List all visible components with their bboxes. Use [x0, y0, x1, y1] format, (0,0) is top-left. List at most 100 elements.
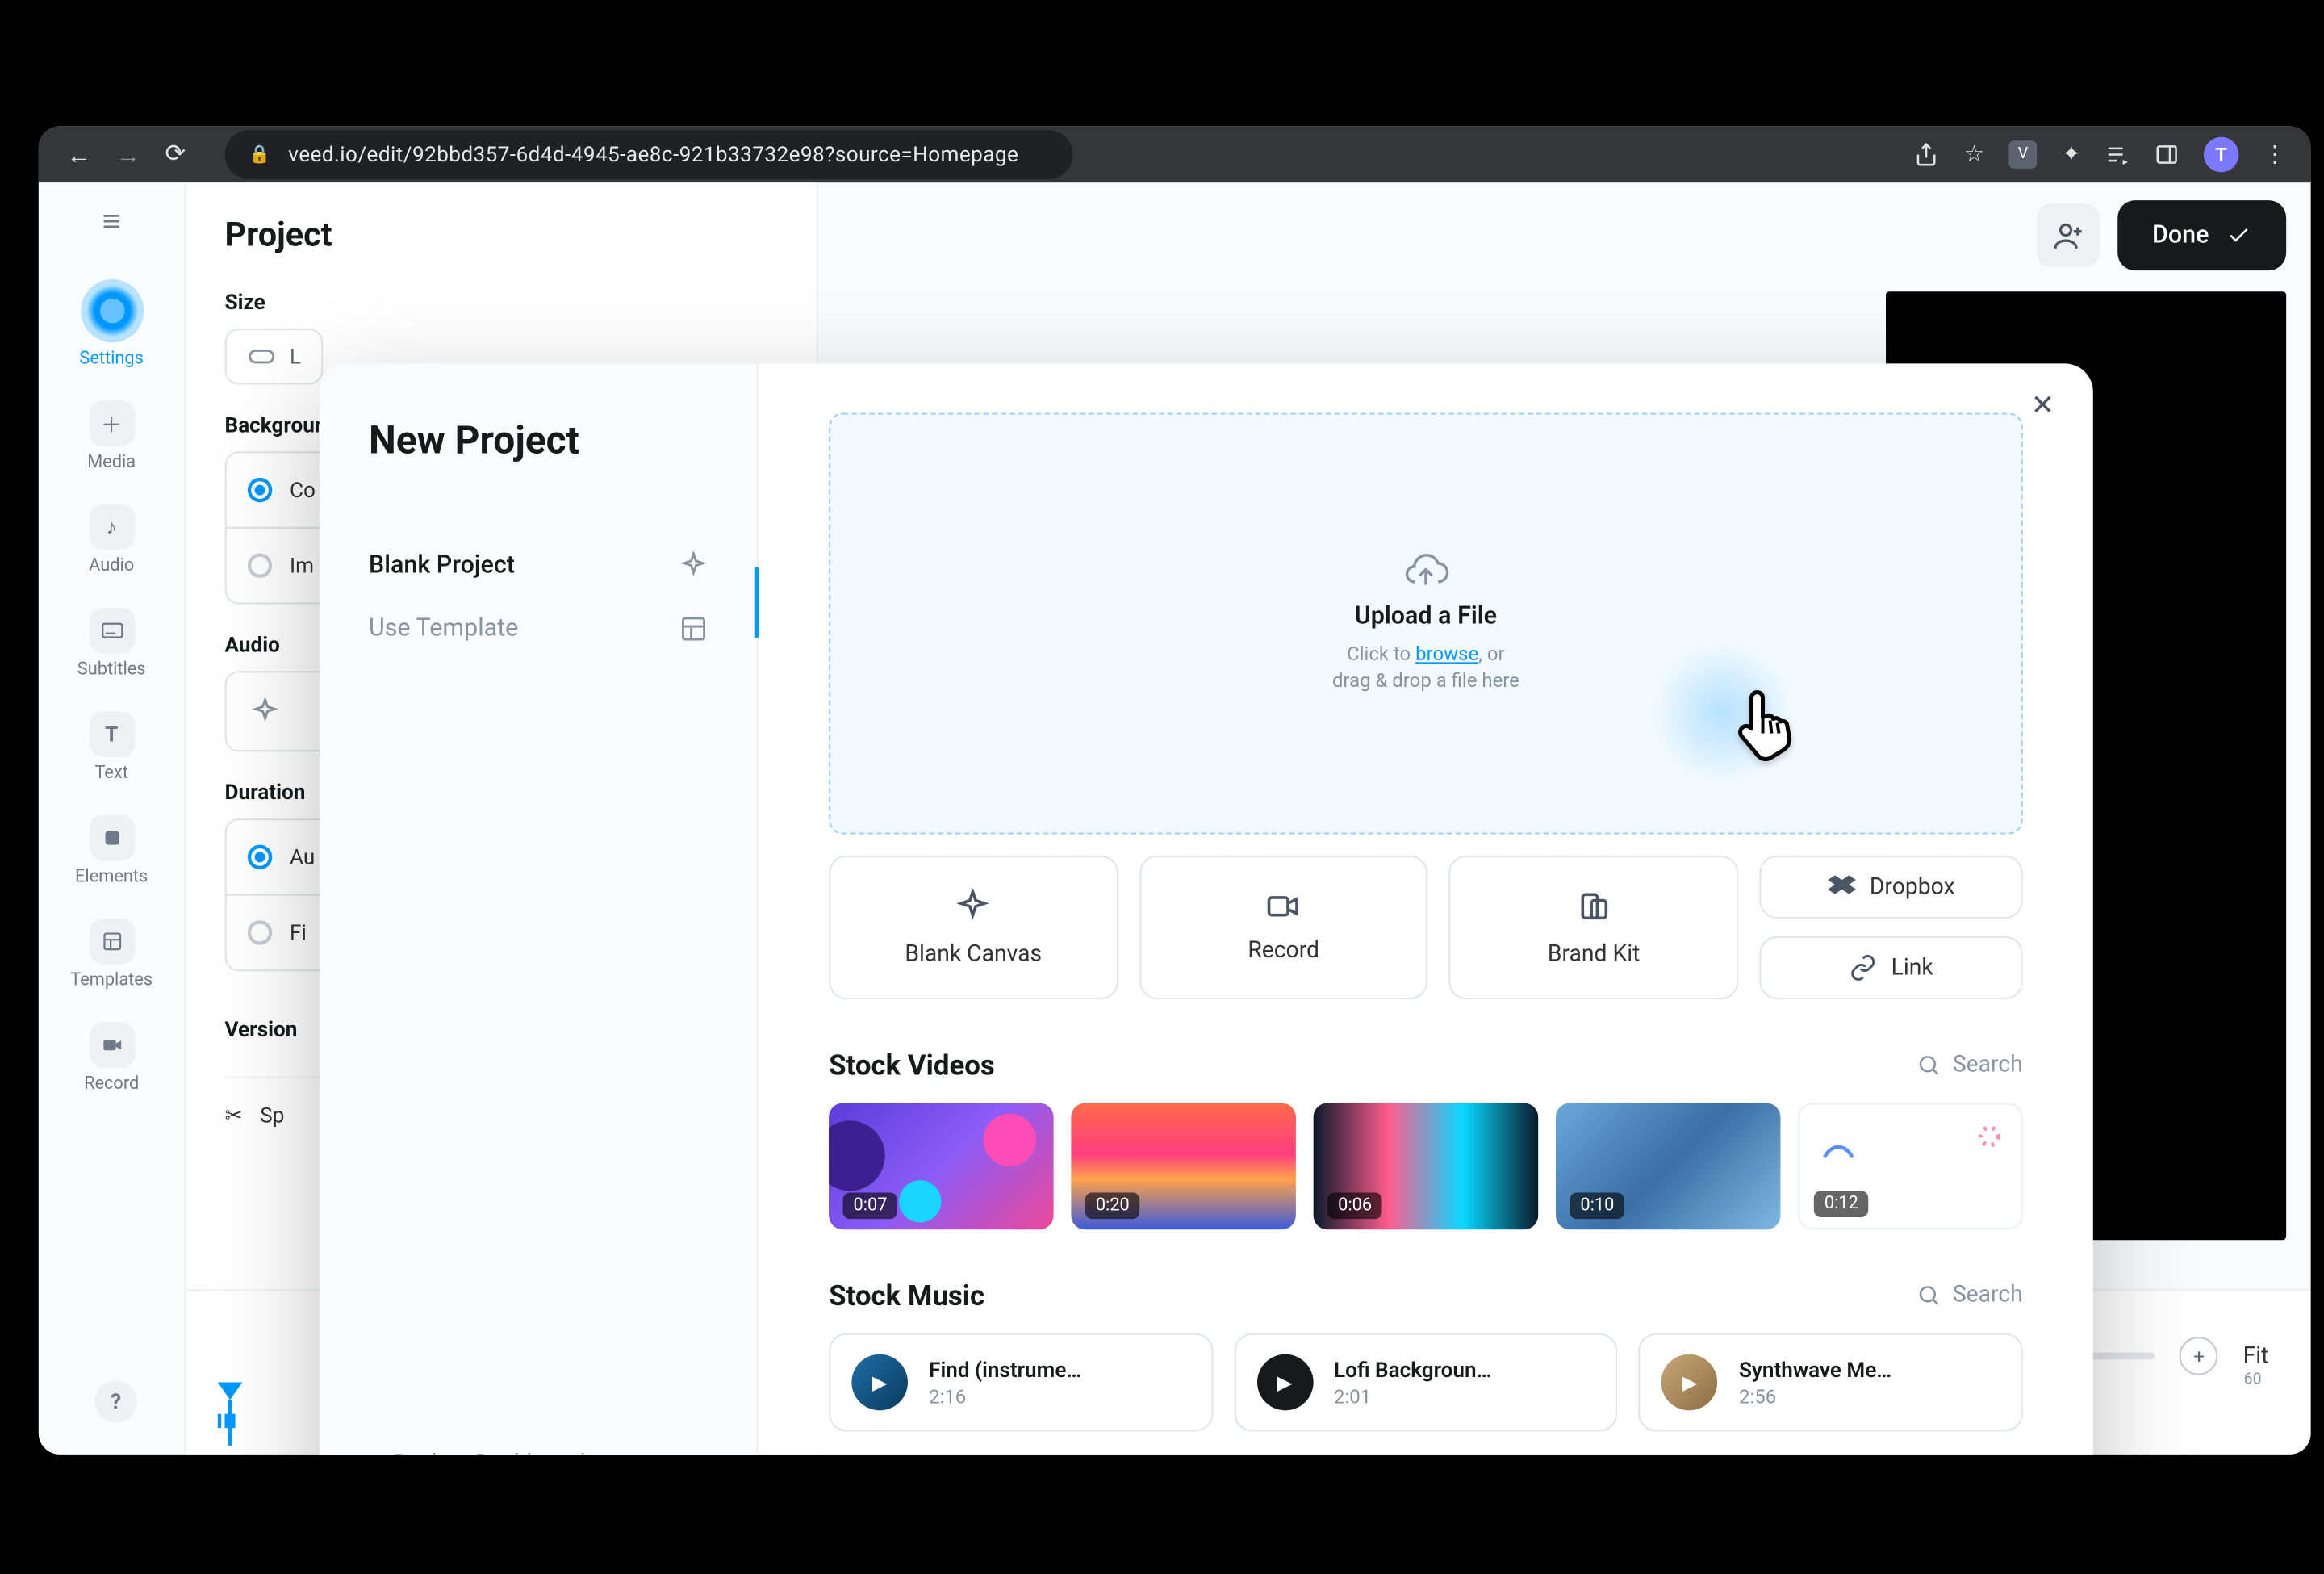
- done-button[interactable]: Done: [2117, 200, 2286, 270]
- hamburger-icon[interactable]: ≡: [102, 203, 121, 241]
- video-duration: 0:06: [1327, 1193, 1382, 1220]
- new-project-modal: New Project Blank Project Use Template ‹…: [320, 363, 2093, 1454]
- stock-video-thumb[interactable]: 0:20: [1071, 1103, 1296, 1230]
- sparkle-icon: [955, 888, 991, 923]
- blank-project-option[interactable]: Blank Project: [369, 534, 708, 597]
- plus-icon: ＋: [89, 400, 135, 446]
- palette-icon: [1576, 888, 1611, 923]
- sidebar-item-elements[interactable]: Elements: [39, 801, 185, 901]
- play-icon[interactable]: ▶: [1256, 1354, 1313, 1411]
- link-button[interactable]: Link: [1759, 936, 2022, 999]
- blank-canvas-button[interactable]: Blank Canvas: [829, 856, 1118, 999]
- music-track[interactable]: ▶ Synthwave Me… 2:56: [1639, 1333, 2023, 1432]
- play-icon[interactable]: ▶: [1661, 1354, 1718, 1411]
- stock-video-thumb[interactable]: 0:06: [1314, 1103, 1539, 1230]
- track-title: Synthwave Me…: [1739, 1357, 1891, 1381]
- extensions-icon[interactable]: ✦: [2062, 141, 2081, 168]
- radio-icon: [248, 478, 272, 502]
- template-icon: [679, 615, 708, 643]
- scissors-icon: ✂: [225, 1103, 243, 1128]
- camera-icon: [1266, 891, 1302, 919]
- radio-icon: [248, 553, 272, 577]
- close-button[interactable]: ✕: [2031, 388, 2054, 421]
- forward-button[interactable]: →: [116, 140, 140, 170]
- playhead-icon[interactable]: [218, 1383, 242, 1400]
- address-bar[interactable]: 🔒 veed.io/edit/92bbd357-6d4d-4945-ae8c-9…: [224, 130, 1073, 179]
- invite-button[interactable]: [2036, 203, 2099, 266]
- browser-window: ← → ⟳ 🔒 veed.io/edit/92bbd357-6d4d-4945-…: [39, 127, 2311, 1455]
- size-select[interactable]: L: [225, 329, 324, 385]
- dropbox-button[interactable]: Dropbox: [1759, 856, 2022, 919]
- stock-video-thumb[interactable]: 0:12: [1798, 1103, 2023, 1230]
- brand-kit-button[interactable]: Brand Kit: [1449, 856, 1738, 999]
- star-icon[interactable]: ☆: [1964, 141, 1984, 168]
- music-track[interactable]: ▶ Lofi Backgroun… 2:01: [1234, 1333, 1618, 1432]
- zoom-in-icon[interactable]: +: [2180, 1337, 2218, 1375]
- sidebar-label: Settings: [79, 350, 143, 369]
- timeline-end: 60: [2244, 1371, 2262, 1389]
- track-title: Lofi Backgroun…: [1334, 1357, 1491, 1381]
- undo-button[interactable]: [1955, 203, 2018, 266]
- sidebar-label: Audio: [89, 557, 134, 576]
- sidebar-item-subtitles[interactable]: Subtitles: [39, 593, 185, 693]
- track-duration: 2:56: [1739, 1385, 1891, 1408]
- profile-avatar[interactable]: T: [2204, 137, 2239, 173]
- pointer-hand-icon: [1723, 685, 1800, 763]
- search-icon: [1917, 1283, 1942, 1308]
- stock-music-search[interactable]: Search: [1917, 1282, 2022, 1308]
- record-button[interactable]: Record: [1139, 856, 1428, 999]
- template-icon: [89, 919, 135, 965]
- sidebar-label: Subtitles: [77, 660, 146, 680]
- sidebar-label: Text: [94, 764, 127, 784]
- check-icon: [2226, 223, 2251, 247]
- stock-video-list: 0:07 0:20 0:06 0:10 0:12: [829, 1103, 2023, 1230]
- upload-dropzone[interactable]: Upload a File Click to browse, or drag &…: [829, 412, 2023, 834]
- music-track[interactable]: ▶ Find (instrume… 2:16: [829, 1333, 1213, 1432]
- back-button[interactable]: ←: [67, 140, 91, 170]
- track-duration: 2:16: [929, 1385, 1081, 1408]
- video-duration: 0:12: [1814, 1191, 1869, 1217]
- stock-video-thumb[interactable]: 0:10: [1556, 1103, 1781, 1230]
- extension-badge[interactable]: V: [2009, 140, 2038, 169]
- use-template-option[interactable]: Use Template: [369, 597, 708, 660]
- left-sidebar: ≡ Settings ＋ Media ♪ Audio Subtitles T: [39, 182, 186, 1454]
- dropzone-title: Upload a File: [1355, 602, 1497, 630]
- music-note-icon: ♪: [89, 504, 135, 550]
- reload-button[interactable]: ⟳: [165, 140, 186, 169]
- link-icon: [1849, 954, 1877, 982]
- shape-icon: [89, 815, 135, 861]
- back-to-dashboard[interactable]: ‹ Back to Dashboard: [369, 1451, 585, 1454]
- video-duration: 0:20: [1085, 1193, 1140, 1220]
- panel-icon[interactable]: [2155, 142, 2179, 166]
- share-icon[interactable]: [1915, 142, 1939, 166]
- chevron-left-icon: ‹: [369, 1451, 376, 1454]
- sidebar-item-record[interactable]: Record: [39, 1008, 185, 1108]
- stock-music-list: ▶ Find (instrume… 2:16 ▶ Lofi Backgroun……: [829, 1333, 2023, 1432]
- stock-videos-search[interactable]: Search: [1917, 1052, 2022, 1078]
- browse-link[interactable]: browse: [1415, 643, 1478, 665]
- fit-button[interactable]: Fit: [2243, 1343, 2269, 1370]
- modal-content: ✕ Upload a File Click to browse, or drag…: [759, 363, 2093, 1454]
- playlist-icon[interactable]: [2105, 142, 2130, 166]
- sidebar-item-media[interactable]: ＋ Media: [39, 387, 185, 487]
- dropzone-hint: Click to browse, or drag & drop a file h…: [1332, 640, 1519, 694]
- menu-icon[interactable]: ⋮: [2263, 141, 2286, 168]
- track-duration: 2:01: [1334, 1385, 1491, 1408]
- sidebar-item-text[interactable]: T Text: [39, 697, 185, 797]
- subtitles-icon: [89, 608, 135, 654]
- modal-title: New Project: [369, 420, 708, 463]
- radio-icon: [248, 920, 272, 944]
- video-duration: 0:07: [842, 1193, 897, 1220]
- sidebar-item-settings[interactable]: Settings: [39, 266, 185, 383]
- stock-video-thumb[interactable]: 0:07: [829, 1103, 1054, 1230]
- play-icon[interactable]: ▶: [851, 1354, 908, 1411]
- stock-videos-title: Stock Videos: [829, 1049, 995, 1082]
- browser-chrome: ← → ⟳ 🔒 veed.io/edit/92bbd357-6d4d-4945-…: [39, 127, 2311, 183]
- sidebar-item-templates[interactable]: Templates: [39, 905, 185, 1005]
- search-icon: [1917, 1053, 1942, 1078]
- sidebar-label: Record: [84, 1075, 139, 1095]
- video-duration: 0:10: [1570, 1193, 1624, 1220]
- help-button[interactable]: ?: [95, 1380, 137, 1422]
- camera-icon: [89, 1022, 135, 1068]
- sidebar-item-audio[interactable]: ♪ Audio: [39, 490, 185, 590]
